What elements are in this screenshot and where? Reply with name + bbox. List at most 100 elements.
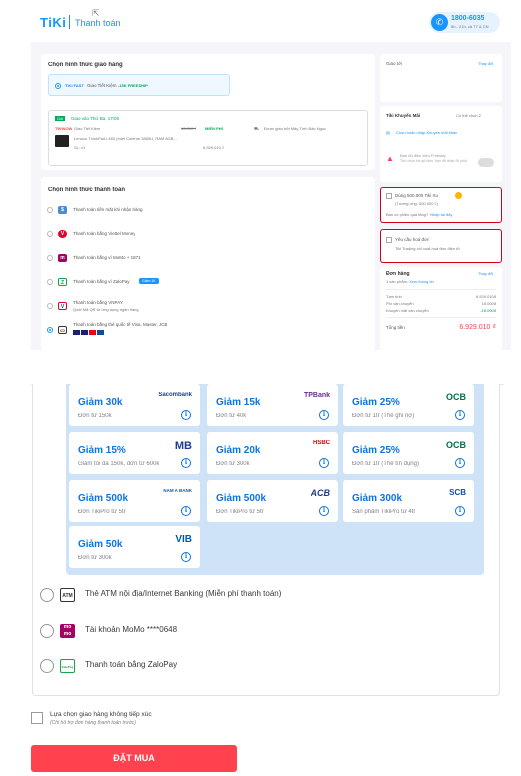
coupon-card[interactable]: Giảm 25% Đơn từ 1tr (Thẻ ghi nợ) OCB i	[343, 384, 474, 426]
coupon-condition: Đơn từ 150k	[78, 413, 112, 419]
info-icon[interactable]: i	[455, 506, 465, 516]
coupon-card[interactable]: Giảm 500k Đơn TikiPro từ 5tr NAM A BANK …	[69, 480, 200, 522]
payment-option-cod[interactable]: $ Thanh toán tiền mặt khi nhận hàng	[47, 205, 347, 215]
place-order-button[interactable]: ĐẶT MUA	[31, 745, 237, 772]
radio-momo[interactable]	[47, 255, 53, 261]
radio-momo-account[interactable]	[40, 624, 54, 638]
shipping-method-option[interactable]: TIKI FAST Giao Tiết Kiệm -15K FREESHIP	[48, 74, 230, 96]
shipping-method-label: Giao Tiết Kiệm	[87, 83, 117, 88]
promo-link[interactable]: Chọn hoặc nhập Khuyến mãi khác	[396, 130, 457, 135]
payment-option-vnpay[interactable]: V Thanh toán bằng VNPAY Quét Mã QR từ ứn…	[47, 299, 347, 315]
contactless-checkbox[interactable]	[31, 712, 43, 724]
change-address-link[interactable]: Thay đổi	[478, 61, 493, 66]
package-ship-label: Giao Tiết Kiệm	[74, 126, 101, 131]
info-icon[interactable]: i	[181, 506, 191, 516]
viettel-label: Thanh toán bằng Viettel Money	[73, 231, 136, 236]
coupon-condition: Đơn từ 300k	[78, 555, 112, 561]
payment-option-momo-account[interactable]: mo mo Tài khoản MoMo ****0648	[40, 622, 340, 640]
tpbank-logo: TPBank	[303, 392, 330, 399]
shipping-radio[interactable]	[55, 83, 61, 89]
namabank-logo: NAM A BANK	[163, 488, 192, 493]
phone-icon: ✆	[431, 14, 448, 31]
coupon-card[interactable]: Giảm 50k Đơn từ 300k VIB i	[69, 526, 200, 568]
coupon-title: Giảm 15%	[78, 445, 126, 456]
promo-count: Có thể chọn 2	[456, 113, 481, 118]
coupon-card[interactable]: Giảm 25% Đơn từ 1tr (Thẻ tín dụng) OCB i	[343, 432, 474, 474]
order-change-link[interactable]: Thay đổi	[478, 271, 493, 276]
coupon-title: Giảm 15k	[216, 397, 261, 408]
order-title: Đơn hàng	[386, 271, 410, 277]
coupon-card[interactable]: Giảm 20k Đơn từ 300k HSBC i	[207, 432, 338, 474]
payment-option-zalopay[interactable]: Z Thanh toán bằng ví ZaloPay Giảm 1K	[47, 277, 347, 287]
info-icon[interactable]: i	[455, 410, 465, 420]
invoice-panel: Yêu cầu hoá đơn Tiki Trading chỉ xuất ho…	[380, 229, 502, 263]
atm-card-icon: ATM	[60, 588, 75, 602]
visa-icon	[73, 330, 80, 335]
radio-atm[interactable]	[40, 588, 54, 602]
info-icon[interactable]: i	[455, 458, 465, 468]
product-name[interactable]: Lenovo ThinkPad L460 (Intel Celeron 3865…	[74, 136, 224, 141]
order-item-count: 1 sản phẩm.	[386, 279, 409, 284]
radio-card[interactable]	[47, 327, 53, 333]
package-date: Giao vào Thứ Ba, 17/05	[71, 116, 119, 121]
payment-option-viettel[interactable]: V Thanh toán bằng Viettel Money	[47, 229, 347, 239]
tiki-logo[interactable]: TiKi	[40, 15, 66, 30]
acb-logo: ACB	[310, 488, 331, 498]
coupon-title: Giảm 30k	[78, 397, 123, 408]
laptop-thumbnail[interactable]	[55, 135, 69, 147]
info-icon[interactable]: i	[181, 458, 191, 468]
momo-label: Thanh toán bằng ví MoMo + 1871	[73, 255, 141, 260]
gift-link[interactable]: Nhập tại đây	[430, 212, 452, 217]
payment-panel: Chọn hình thức thanh toán $ Thanh toán t…	[41, 177, 375, 350]
order-detail-link[interactable]: Xem thông tin	[409, 279, 434, 284]
coupon-card[interactable]: Giảm 15% Giảm tối đa 150k, đơn từ 600k M…	[69, 432, 200, 474]
coupon-condition: Đơn từ 1tr (Thẻ ghi nợ)	[352, 413, 415, 419]
radio-viettel[interactable]	[47, 231, 53, 237]
contactless-title: Lựa chọn giao hàng không tiếp xúc	[50, 711, 152, 718]
divider	[386, 317, 496, 318]
payment-option-atm[interactable]: ATM Thẻ ATM nội địa/Internet Banking (Mi…	[40, 586, 340, 604]
radio-cod[interactable]	[47, 207, 53, 213]
tiki-xu-checkbox[interactable]	[386, 193, 392, 199]
coupon-condition: Giảm tối đa 150k, đơn từ 600k	[78, 461, 160, 467]
page-title: Thanh toán	[75, 18, 121, 28]
coupon-title: Giảm 500k	[78, 493, 129, 504]
info-icon[interactable]: i	[319, 458, 329, 468]
scb-logo: SCB	[449, 488, 466, 497]
invoice-checkbox[interactable]	[386, 237, 392, 243]
total-label: Tổng tiền	[386, 325, 405, 330]
jcb-icon	[97, 330, 104, 335]
divider	[386, 289, 496, 290]
freeship-toggle[interactable]	[478, 158, 494, 167]
package-box: Gói Giao vào Thứ Ba, 17/05 TIKINOW Giao …	[48, 110, 368, 166]
coupon-condition: Đơn từ 1tr (Thẻ tín dụng)	[352, 461, 419, 467]
info-icon[interactable]: i	[181, 552, 191, 562]
payment-option-zalopay-bottom[interactable]: ZaloPay Thanh toán bằng ZaloPay	[40, 657, 340, 675]
coupon-title: Giảm 25%	[352, 397, 400, 408]
hotline-badge[interactable]: ✆ 1800-6035 8h - 21h, cả T7 & CN	[429, 12, 500, 33]
radio-zalopay-bottom[interactable]	[40, 659, 54, 673]
payment-option-card[interactable]: ▭ Thanh toán bằng thẻ quốc tế Visa, Mast…	[47, 321, 347, 341]
card-label: Thanh toán bằng thẻ quốc tế Visa, Master…	[73, 322, 168, 327]
coupon-card[interactable]: Giảm 500k Đơn TikiPro từ 5tr ACB i	[207, 480, 338, 522]
info-icon[interactable]: i	[319, 506, 329, 516]
coupon-card[interactable]: Giảm 15k Đơn từ 40k TPBank i	[207, 384, 338, 426]
info-icon[interactable]: i	[181, 410, 191, 420]
package-ship-price: 18.000 ₫	[181, 126, 197, 131]
product-qty: SL: x1	[74, 145, 86, 150]
radio-zalopay[interactable]	[47, 279, 53, 285]
coupon-title: Giảm 50k	[78, 539, 123, 550]
product-price: 6.929.010 ₫	[203, 145, 224, 150]
shipfee-value: 18.000đ	[481, 301, 496, 306]
radio-vnpay[interactable]	[47, 303, 53, 309]
coupon-card[interactable]: Giảm 30k Đơn từ 150k Sacombank i	[69, 384, 200, 426]
package-badge: Gói	[55, 116, 66, 121]
info-icon[interactable]: i	[319, 410, 329, 420]
viettel-money-icon: V	[58, 230, 67, 238]
payment-option-momo[interactable]: m Thanh toán bằng ví MoMo + 1871	[47, 253, 347, 263]
freeship-text: Bạn đủ điều kiện Freeship	[400, 153, 447, 158]
coupon-card[interactable]: Giảm 300k Sản phẩm TikiPro từ 4tr SCB i	[343, 480, 474, 522]
hotline-number: 1800-6035	[451, 15, 485, 22]
bank-coupon-list: Giảm 30k Đơn từ 150k Sacombank i Giảm 15…	[66, 384, 484, 575]
payment-detail: Giảm 30k Đơn từ 150k Sacombank i Giảm 15…	[28, 384, 504, 776]
